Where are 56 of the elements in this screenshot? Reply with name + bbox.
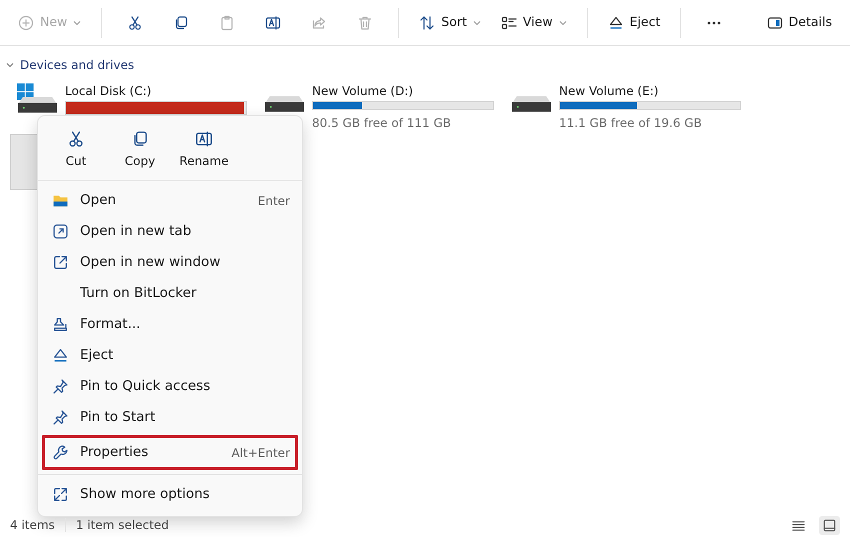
cut-action[interactable]: Cut	[44, 124, 108, 174]
section-header[interactable]: Devices and drives	[20, 56, 134, 74]
new-tab-icon	[52, 223, 69, 240]
expand-icon	[52, 486, 69, 503]
rename-action[interactable]: Rename	[172, 124, 236, 174]
scissors-icon	[67, 130, 85, 148]
menu-item[interactable]: Open Enter	[42, 185, 298, 216]
pin-icon	[52, 409, 69, 426]
menu-item[interactable]: Open in new tab	[42, 216, 298, 247]
item-count: 4 items	[10, 517, 55, 534]
clipboard-icon	[219, 14, 236, 30]
selection-count: 1 item selected	[76, 517, 169, 534]
wrench-icon	[52, 444, 69, 461]
tiles-view-icon	[822, 518, 837, 532]
drive-name[interactable]: New Volume (D:)	[312, 84, 494, 98]
free-space-label: 80.5 GB free of 111 GB	[312, 115, 452, 132]
menu-item[interactable]: Show more options	[42, 479, 298, 510]
caret-icon	[73, 20, 82, 24]
menu-item[interactable]: Properties Alt+Enter	[42, 435, 298, 470]
drive-name[interactable]: Local Disk (C:)	[65, 84, 247, 98]
caret-icon	[472, 20, 481, 24]
menu-item[interactable]: Format...	[42, 309, 298, 340]
caret-icon	[558, 20, 567, 24]
rename-icon	[265, 14, 282, 30]
view-icon	[500, 14, 517, 30]
chevron-icon[interactable]	[6, 61, 14, 69]
system-drive-icon	[16, 83, 59, 115]
details-button[interactable]: Details	[758, 6, 840, 38]
drive-icon	[263, 96, 306, 112]
new-window-icon	[52, 254, 69, 271]
plus-icon	[18, 14, 34, 30]
menu-item[interactable]: Eject	[42, 340, 298, 371]
more-icon	[706, 20, 722, 24]
trash-icon	[357, 14, 374, 30]
rename-icon	[195, 130, 213, 148]
scissors-icon	[127, 14, 144, 30]
drive-icon	[510, 96, 553, 112]
share-icon	[311, 14, 328, 30]
sort-button[interactable]: Sort	[411, 6, 489, 38]
format-icon	[52, 316, 69, 333]
menu-item[interactable]: Turn on BitLocker	[42, 278, 298, 309]
free-space-label: 11.1 GB free of 19.6 GB	[559, 115, 703, 132]
eject-icon	[608, 14, 624, 30]
eject-button[interactable]: Eject	[600, 6, 668, 38]
pin-icon	[52, 378, 69, 395]
sort-icon	[419, 14, 436, 30]
copy-action[interactable]: Copy	[108, 124, 172, 174]
copy-icon	[173, 14, 190, 30]
eject-icon	[52, 347, 69, 364]
menu-item[interactable]: Pin to Start	[42, 402, 298, 433]
tiles-view-button[interactable]	[819, 516, 840, 534]
menu-item[interactable]: Pin to Quick access	[42, 371, 298, 402]
view-button[interactable]: View	[492, 6, 575, 38]
menu-item[interactable]: Open in new window	[42, 247, 298, 278]
details-pane-icon	[766, 14, 783, 30]
drive-name[interactable]: New Volume (E:)	[559, 84, 741, 98]
